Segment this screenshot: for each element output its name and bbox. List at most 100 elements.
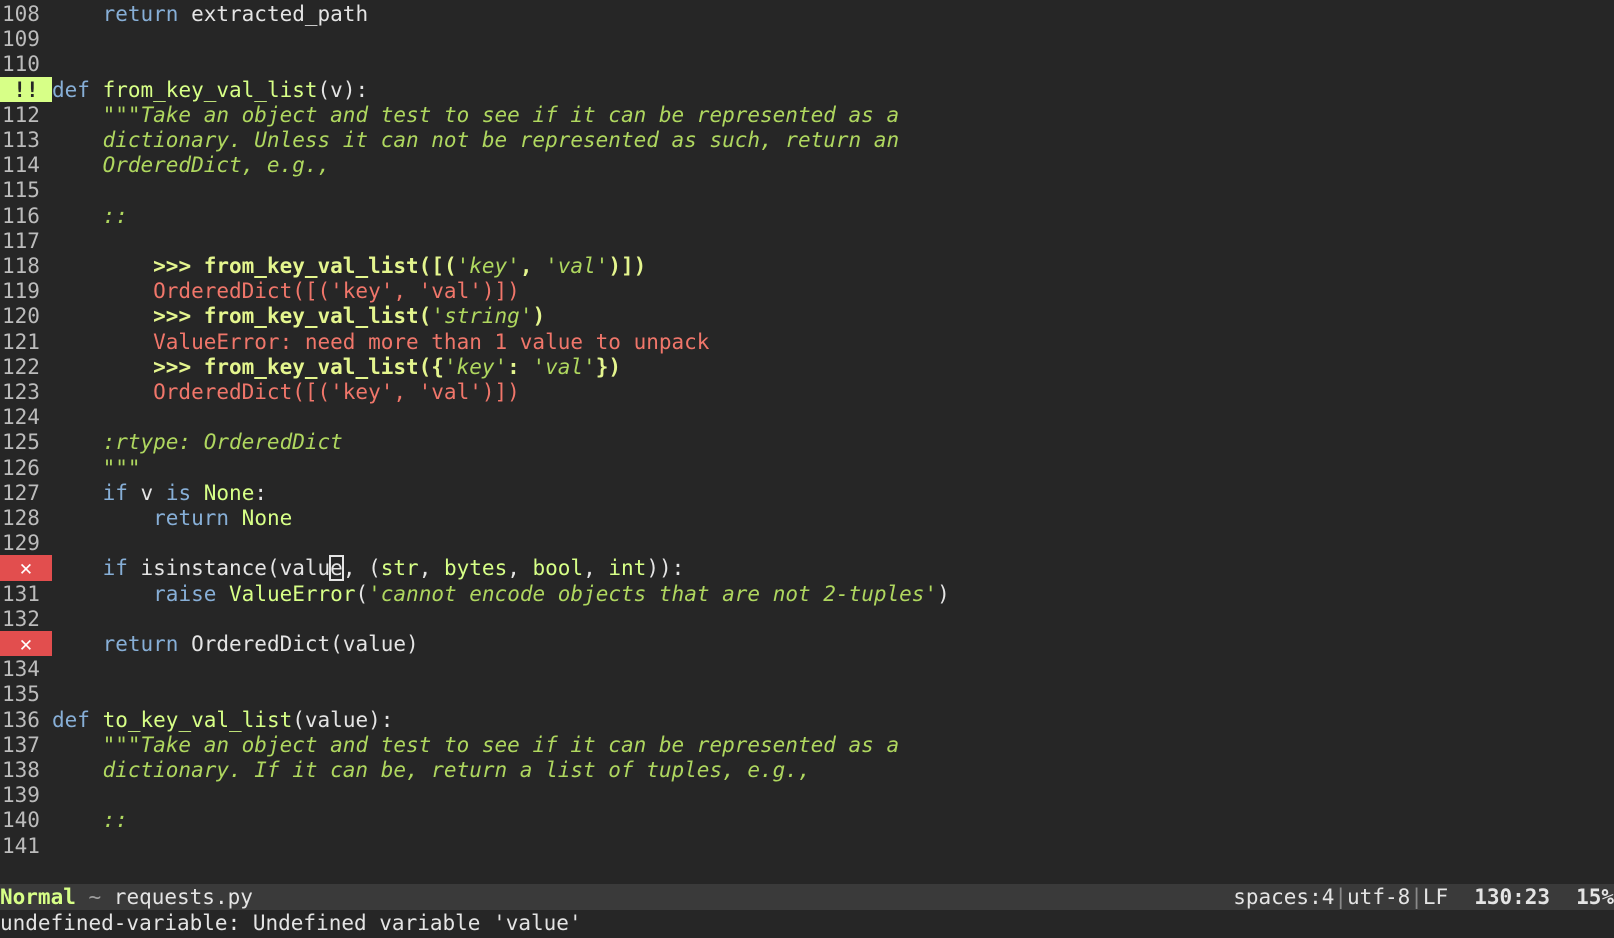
code-line[interactable]: 129 (0, 530, 1614, 557)
code-token: None (203, 480, 255, 505)
code-text: :: (52, 807, 128, 833)
line-number: 137 (0, 731, 52, 758)
command-line[interactable]: undefined-variable: Undefined variable '… (0, 910, 1614, 938)
code-token: 'val' (532, 354, 596, 379)
code-token: is (165, 480, 192, 505)
line-number: 126 (0, 454, 52, 481)
code-token: >>> from_key_val_list([( (153, 254, 457, 278)
code-token: 'cannot encode objects that are not 2-tu… (368, 581, 938, 606)
line-number: 110 (0, 51, 52, 78)
code-line[interactable]: 113 dictionary. Unless it can not be rep… (0, 127, 1614, 153)
line-number: 120 (0, 303, 52, 330)
file-name: requests.py (113, 885, 253, 909)
code-token: ValueError: need more than 1 value to un… (52, 329, 710, 354)
code-token: ( (355, 581, 369, 606)
warning-marker-icon[interactable]: !! (0, 76, 52, 103)
code-line[interactable]: 122 >>> from_key_val_list({'key': 'val'}… (0, 353, 1614, 380)
code-line[interactable]: 124 (0, 404, 1614, 431)
code-line[interactable]: 117 (0, 227, 1614, 254)
code-line[interactable]: ✕ if isinstance(value, (str, bytes, bool… (0, 555, 1614, 582)
code-text: return None (52, 505, 292, 531)
code-line[interactable]: 115 (0, 177, 1614, 204)
code-line[interactable]: 119 OrderedDict([('key', 'val')]) (0, 278, 1614, 305)
code-text: raise ValueError('cannot encode objects … (52, 581, 950, 607)
code-line[interactable]: 135 (0, 681, 1614, 708)
code-line[interactable]: 110 (0, 51, 1614, 78)
code-token: ValueError (229, 581, 356, 606)
line-number: 115 (0, 177, 52, 204)
code-text: """ (52, 455, 141, 481)
code-token: :: (52, 203, 128, 228)
code-token: return (153, 506, 230, 530)
code-token: (v): (317, 77, 369, 102)
code-line[interactable]: 137 """Take an object and test to see if… (0, 731, 1614, 758)
line-number: 131 (0, 580, 52, 607)
status-divider: | (1410, 885, 1423, 909)
code-line[interactable]: 131 raise ValueError('cannot encode obje… (0, 580, 1614, 607)
code-line[interactable]: 121 ValueError: need more than 1 value t… (0, 328, 1614, 355)
code-line[interactable]: 126 """ (0, 454, 1614, 481)
code-line[interactable]: 118 >>> from_key_val_list([('key', 'val'… (0, 253, 1614, 279)
line-number: 121 (0, 328, 52, 355)
line-number: 135 (0, 681, 52, 708)
code-token: dictionary. If it can be, return a list … (52, 758, 811, 782)
code-token: isinstance(valu (127, 556, 331, 581)
line-number: 141 (0, 832, 52, 859)
code-line[interactable]: 125 :rtype: OrderedDict (0, 429, 1614, 456)
code-line[interactable]: 120 >>> from_key_val_list('string') (0, 303, 1614, 330)
status-right: spaces:4|utf-8|LF 130:23 15% (1233, 884, 1614, 910)
line-number: 140 (0, 807, 52, 834)
code-line[interactable]: 114 OrderedDict, e.g., (0, 152, 1614, 179)
code-token: OrderedDict([('key', 'val')]) (52, 380, 520, 404)
code-text: """Take an object and test to see if it … (52, 732, 900, 758)
status-bar: Normal ~ requests.py spaces:4|utf-8|LF 130… (0, 884, 1614, 910)
code-line[interactable]: 140 :: (0, 807, 1614, 834)
code-line[interactable]: 128 return None (0, 505, 1614, 531)
code-text: OrderedDict, e.g., (52, 152, 331, 178)
line-number: 112 (0, 101, 52, 128)
code-line[interactable]: 134 (0, 656, 1614, 683)
code-line[interactable]: 109 (0, 26, 1614, 53)
code-line[interactable]: 116 :: (0, 202, 1614, 229)
code-token: bytes (444, 556, 508, 581)
code-line[interactable]: 136 def to_key_val_list(value): (0, 706, 1614, 733)
text-cursor: e (329, 555, 344, 582)
line-number: 132 (0, 605, 52, 632)
code-line[interactable]: 123 OrderedDict([('key', 'val')]) (0, 379, 1614, 405)
code-text: ValueError: need more than 1 value to un… (52, 329, 709, 355)
error-marker-icon[interactable]: ✕ (0, 631, 52, 657)
code-token: >>> from_key_val_list({ (153, 354, 444, 379)
code-token: >>> from_key_val_list( (153, 304, 432, 329)
code-token: bool (532, 556, 584, 581)
cursor-position: 130:23 (1474, 885, 1551, 909)
code-line[interactable]: !! def from_key_val_list(v): (0, 76, 1614, 103)
code-text: >>> from_key_val_list([('key', 'val')]) (52, 253, 646, 279)
line-number: 134 (0, 656, 52, 683)
file-encoding: utf-8 (1347, 885, 1411, 909)
code-token: """Take an object and test to see if it … (102, 102, 900, 127)
code-line[interactable]: 127 if v is None: (0, 479, 1614, 506)
code-token: dictionary. Unless it can not be represe… (52, 128, 900, 152)
error-marker-icon[interactable]: ✕ (0, 555, 52, 582)
code-line[interactable]: 108 return extracted_path (0, 1, 1614, 27)
code-line[interactable]: 132 (0, 605, 1614, 632)
code-line[interactable]: 138 dictionary. If it can be, return a l… (0, 757, 1614, 783)
code-text: :: (52, 203, 128, 229)
code-token: OrderedDict([('key', 'val')]) (52, 279, 520, 304)
code-line[interactable]: 141 (0, 832, 1614, 859)
code-token: OrderedDict(value) (178, 632, 419, 656)
code-token: )]) (608, 254, 647, 278)
code-line[interactable]: 139 (0, 782, 1614, 809)
line-number: 124 (0, 404, 52, 431)
line-number: 108 (0, 1, 52, 27)
editor-pane[interactable]: 108 return extracted_path 109 110!! def fro… (0, 0, 1614, 884)
code-line[interactable]: ✕ return OrderedDict(value) (0, 631, 1614, 657)
code-line[interactable]: 112 """Take an object and test to see if… (0, 101, 1614, 128)
code-token: , (519, 254, 546, 278)
